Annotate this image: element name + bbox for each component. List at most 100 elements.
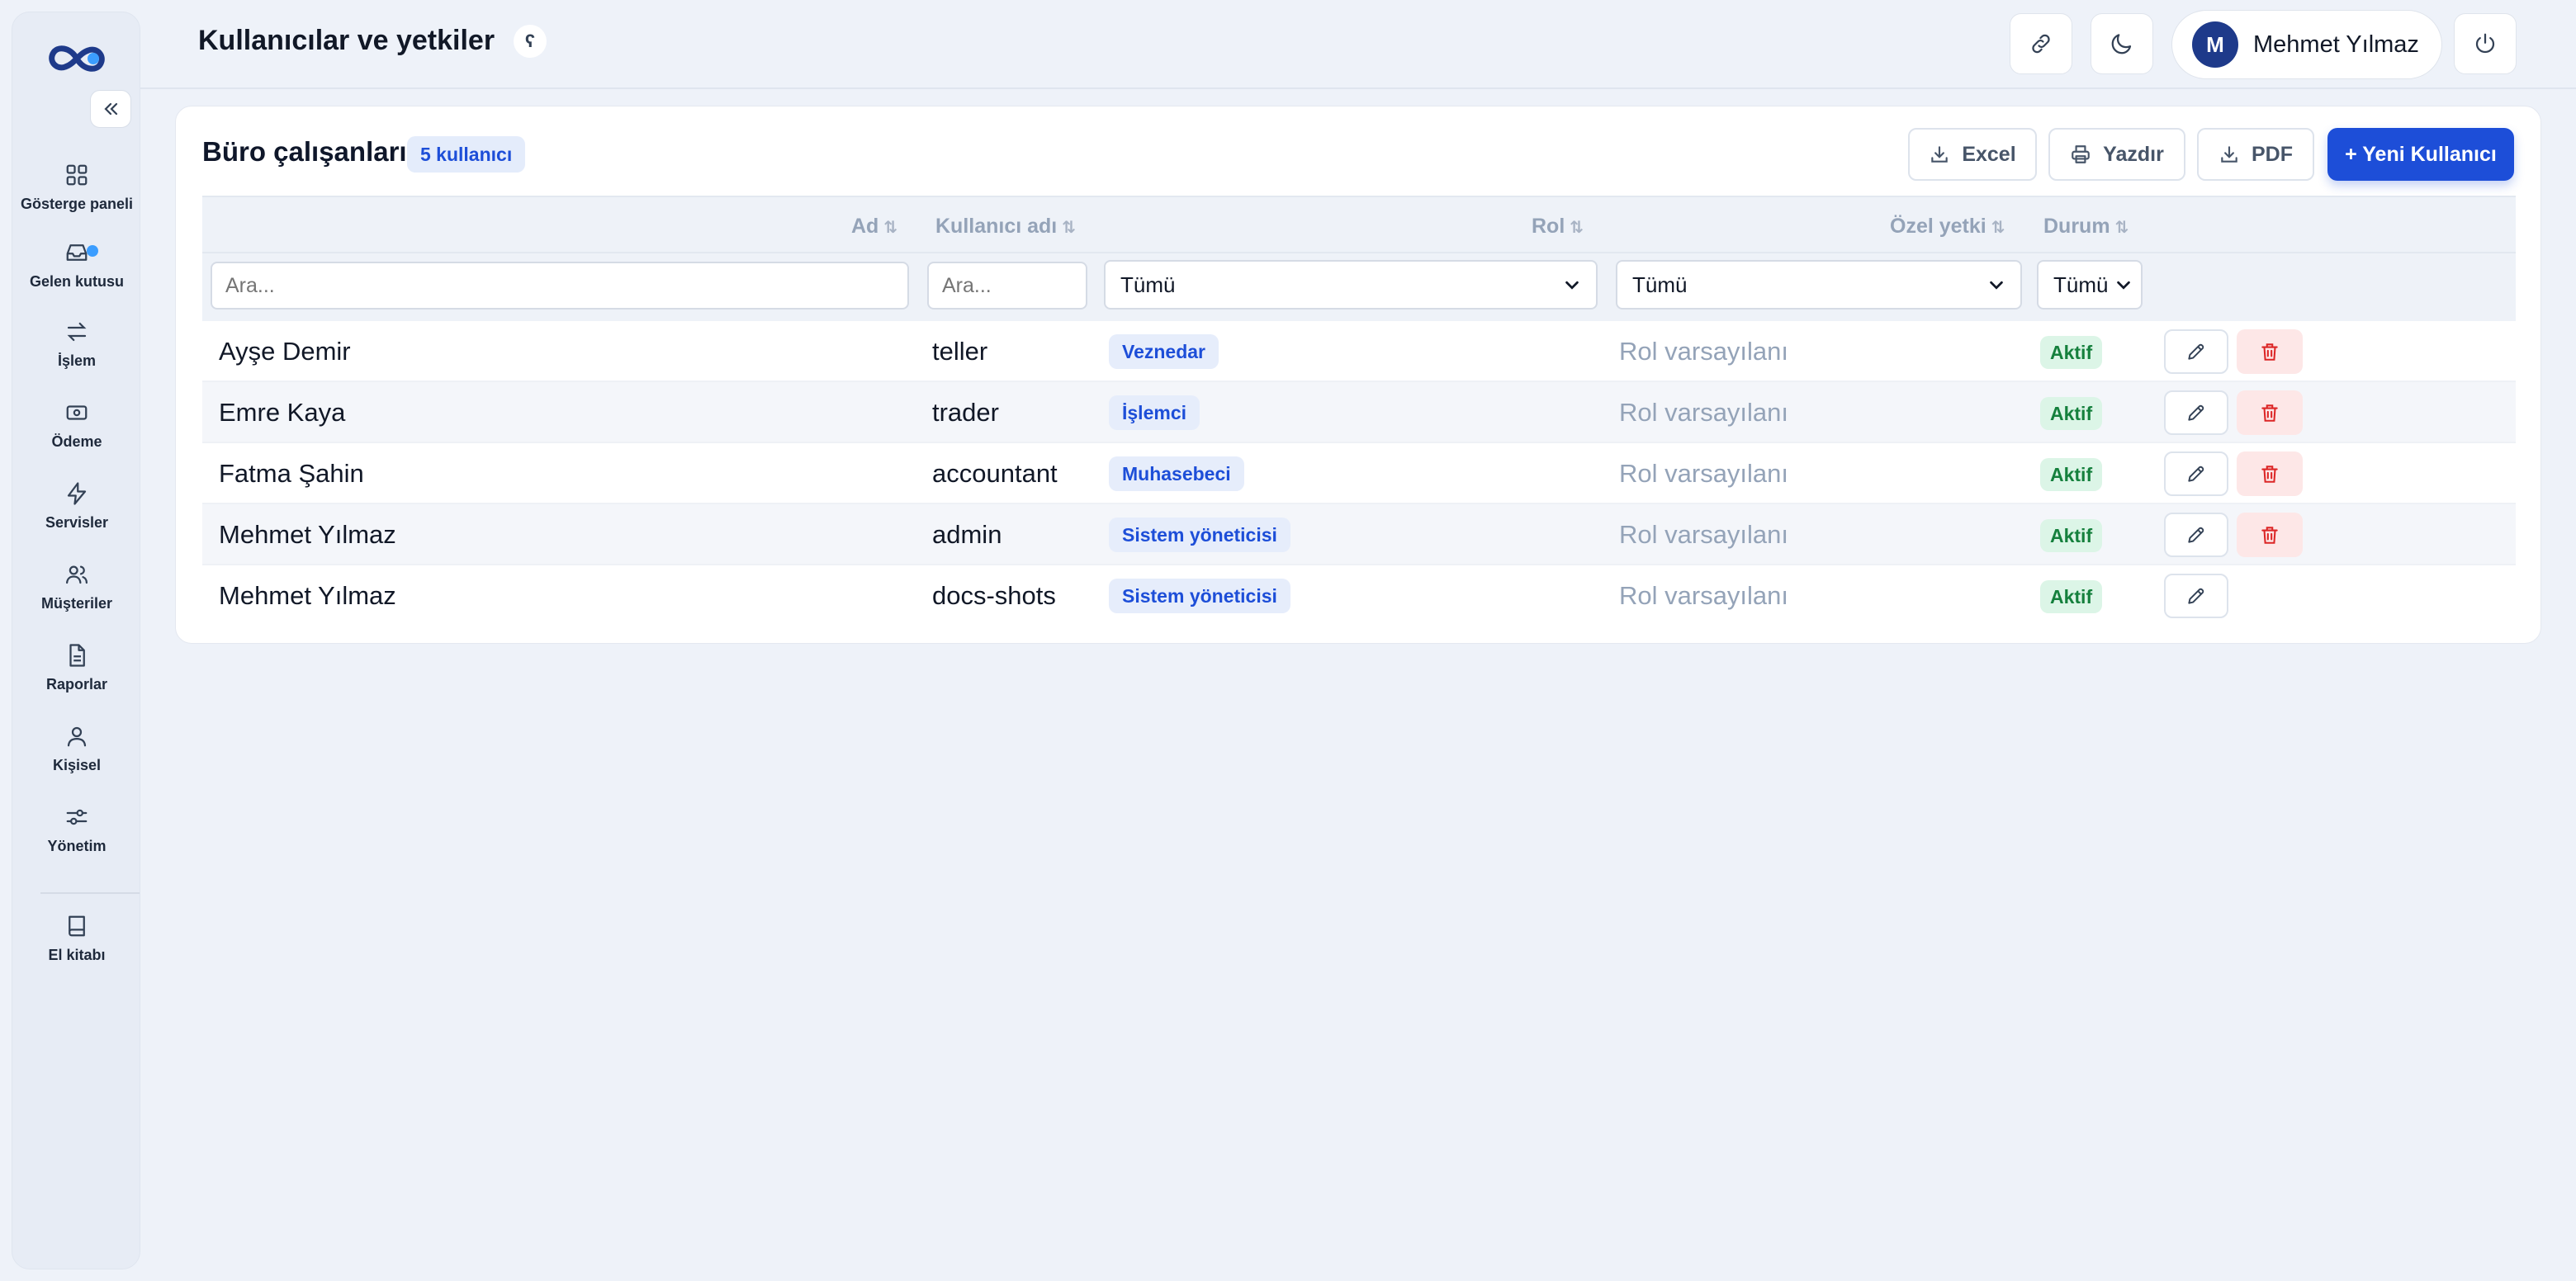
- sort-icon: ⇅: [883, 219, 898, 237]
- status-badge: Aktif: [2040, 519, 2103, 552]
- permission-cell: Rol varsayılanı: [1619, 520, 1789, 549]
- sliders-icon: [66, 809, 88, 825]
- pdf-label: PDF: [2252, 142, 2293, 166]
- user-name-cell: Mehmet Yılmaz: [219, 520, 396, 549]
- sidebar-divider: [40, 892, 140, 894]
- trash-icon: [2261, 404, 2278, 422]
- dashboard-icon: [66, 164, 88, 185]
- chevron-down-icon: [1565, 281, 1579, 290]
- name-search-input[interactable]: [211, 262, 909, 310]
- inbox-icon: [66, 243, 88, 261]
- users-icon: [66, 565, 88, 584]
- column-header-special-permission[interactable]: Özel yetki ⇅: [1890, 197, 2005, 255]
- table-row: Emre Kaya trader İşlemci Rol varsayılanı…: [202, 382, 2516, 443]
- print-button[interactable]: Yazdır: [2048, 128, 2185, 181]
- column-header-name[interactable]: Ad ⇅: [851, 197, 897, 255]
- excel-export-button[interactable]: Excel: [1908, 128, 2037, 181]
- infinity-logo-icon: [49, 45, 105, 72]
- table-row: Mehmet Yılmaz docs-shots Sistem yönetici…: [202, 565, 2516, 626]
- table-row: Ayşe Demir teller Veznedar Rol varsayıla…: [202, 321, 2516, 382]
- pencil-icon: [2188, 527, 2204, 543]
- download-icon: [2221, 146, 2237, 163]
- sidebar-item-management[interactable]: Yönetim: [12, 796, 141, 863]
- sidebar-item-label: Servisler: [45, 513, 109, 531]
- edit-user-button[interactable]: [2164, 390, 2228, 435]
- table-row: Fatma Şahin accountant Muhasebeci Rol va…: [202, 443, 2516, 504]
- column-header-status[interactable]: Durum ⇅: [2043, 197, 2129, 255]
- sidebar-item-handbook[interactable]: El kitabı: [12, 905, 141, 971]
- lightning-icon: [67, 481, 87, 505]
- power-icon: [2475, 33, 2495, 54]
- payment-icon: [66, 404, 88, 420]
- pencil-icon: [2188, 588, 2204, 604]
- delete-user-button[interactable]: [2237, 513, 2303, 557]
- role-badge: Veznedar: [1109, 334, 1219, 369]
- print-label: Yazdır: [2103, 142, 2164, 166]
- chevron-down-icon: [2117, 281, 2130, 290]
- card-title: Büro çalışanları: [202, 136, 407, 167]
- role-badge: İşlemci: [1109, 395, 1200, 430]
- sidebar-item-dashboard[interactable]: Gösterge paneli: [12, 154, 141, 220]
- logout-button[interactable]: [2454, 13, 2517, 74]
- collapse-sidebar-button[interactable]: [90, 90, 131, 128]
- pencil-icon: [2188, 404, 2204, 421]
- status-badge: Aktif: [2040, 397, 2103, 430]
- book-icon: [69, 915, 85, 936]
- new-user-button[interactable]: + Yeni Kullanıcı: [2327, 128, 2514, 181]
- status-filter-select[interactable]: Tümü: [2037, 260, 2143, 310]
- printer-icon: [2072, 145, 2091, 163]
- sidebar-item-label: Yönetim: [47, 837, 107, 854]
- user-name-cell: Mehmet Yılmaz: [219, 581, 396, 610]
- table-header: Ad ⇅ Kullanıcı adı ⇅ Rol ⇅ Özel yetki ⇅ Duru…: [202, 196, 2516, 253]
- delete-user-button[interactable]: [2237, 390, 2303, 435]
- sidebar-item-label: Gösterge paneli: [20, 195, 134, 212]
- link-button[interactable]: [2010, 13, 2072, 74]
- pdf-export-button[interactable]: PDF: [2197, 128, 2314, 181]
- sidebar-item-payment[interactable]: Ödeme: [12, 392, 141, 458]
- trash-icon: [2261, 343, 2278, 361]
- column-header-role[interactable]: Rol ⇅: [1532, 197, 1584, 255]
- sidebar-item-services[interactable]: Servisler: [12, 473, 141, 539]
- top-bar: Kullanıcılar ve yetkiler ʕ M Mehmet Yılm…: [140, 0, 2576, 89]
- sidebar-item-label: Ödeme: [51, 433, 102, 450]
- chevron-down-icon: [1990, 281, 2003, 290]
- status-badge: Aktif: [2040, 336, 2103, 369]
- status-badge: Aktif: [2040, 458, 2103, 491]
- transfer-icon: [67, 322, 87, 341]
- role-badge: Sistem yöneticisi: [1109, 518, 1290, 552]
- help-button[interactable]: ʕ: [514, 25, 547, 58]
- edit-user-button[interactable]: [2164, 451, 2228, 496]
- filter-row: Tümü Tümü Tümü: [202, 253, 2516, 321]
- sort-icon: ⇅: [1570, 219, 1584, 237]
- permission-cell: Rol varsayılanı: [1619, 337, 1789, 366]
- delete-user-button[interactable]: [2237, 329, 2303, 374]
- status-badge: Aktif: [2040, 580, 2103, 613]
- user-name-cell: Ayşe Demir: [219, 337, 351, 366]
- dark-mode-toggle[interactable]: [2091, 13, 2153, 74]
- double-chevron-left-icon: [104, 102, 118, 116]
- user-menu-button[interactable]: M Mehmet Yılmaz: [2171, 10, 2442, 79]
- username-search-input[interactable]: [927, 262, 1087, 310]
- edit-user-button[interactable]: [2164, 513, 2228, 557]
- edit-user-button[interactable]: [2164, 329, 2228, 374]
- sidebar-item-label: Kişisel: [52, 756, 102, 773]
- pencil-icon: [2188, 466, 2204, 482]
- username-cell: teller: [932, 337, 988, 366]
- sidebar-item-transaction[interactable]: İşlem: [12, 311, 141, 377]
- edit-user-button[interactable]: [2164, 574, 2228, 618]
- permission-cell: Rol varsayılanı: [1619, 398, 1789, 427]
- delete-user-button[interactable]: [2237, 451, 2303, 496]
- sidebar-item-label: Müşteriler: [40, 594, 113, 612]
- user-name: Mehmet Yılmaz: [2253, 31, 2419, 58]
- moon-icon: [2111, 34, 2132, 54]
- permission-filter-select[interactable]: Tümü: [1616, 260, 2022, 310]
- sort-icon: ⇅: [1991, 219, 2005, 237]
- username-cell: admin: [932, 520, 1002, 549]
- column-header-username[interactable]: Kullanıcı adı ⇅: [935, 197, 1076, 255]
- role-badge: Sistem yöneticisi: [1109, 579, 1290, 613]
- sidebar-item-inbox[interactable]: Gelen kutusu: [12, 232, 141, 298]
- role-filter-select[interactable]: Tümü: [1104, 260, 1598, 310]
- sidebar-item-reports[interactable]: Raporlar: [12, 635, 141, 701]
- sidebar-item-personal[interactable]: Kişisel: [12, 716, 141, 782]
- sidebar-item-customers[interactable]: Müşteriler: [12, 554, 141, 620]
